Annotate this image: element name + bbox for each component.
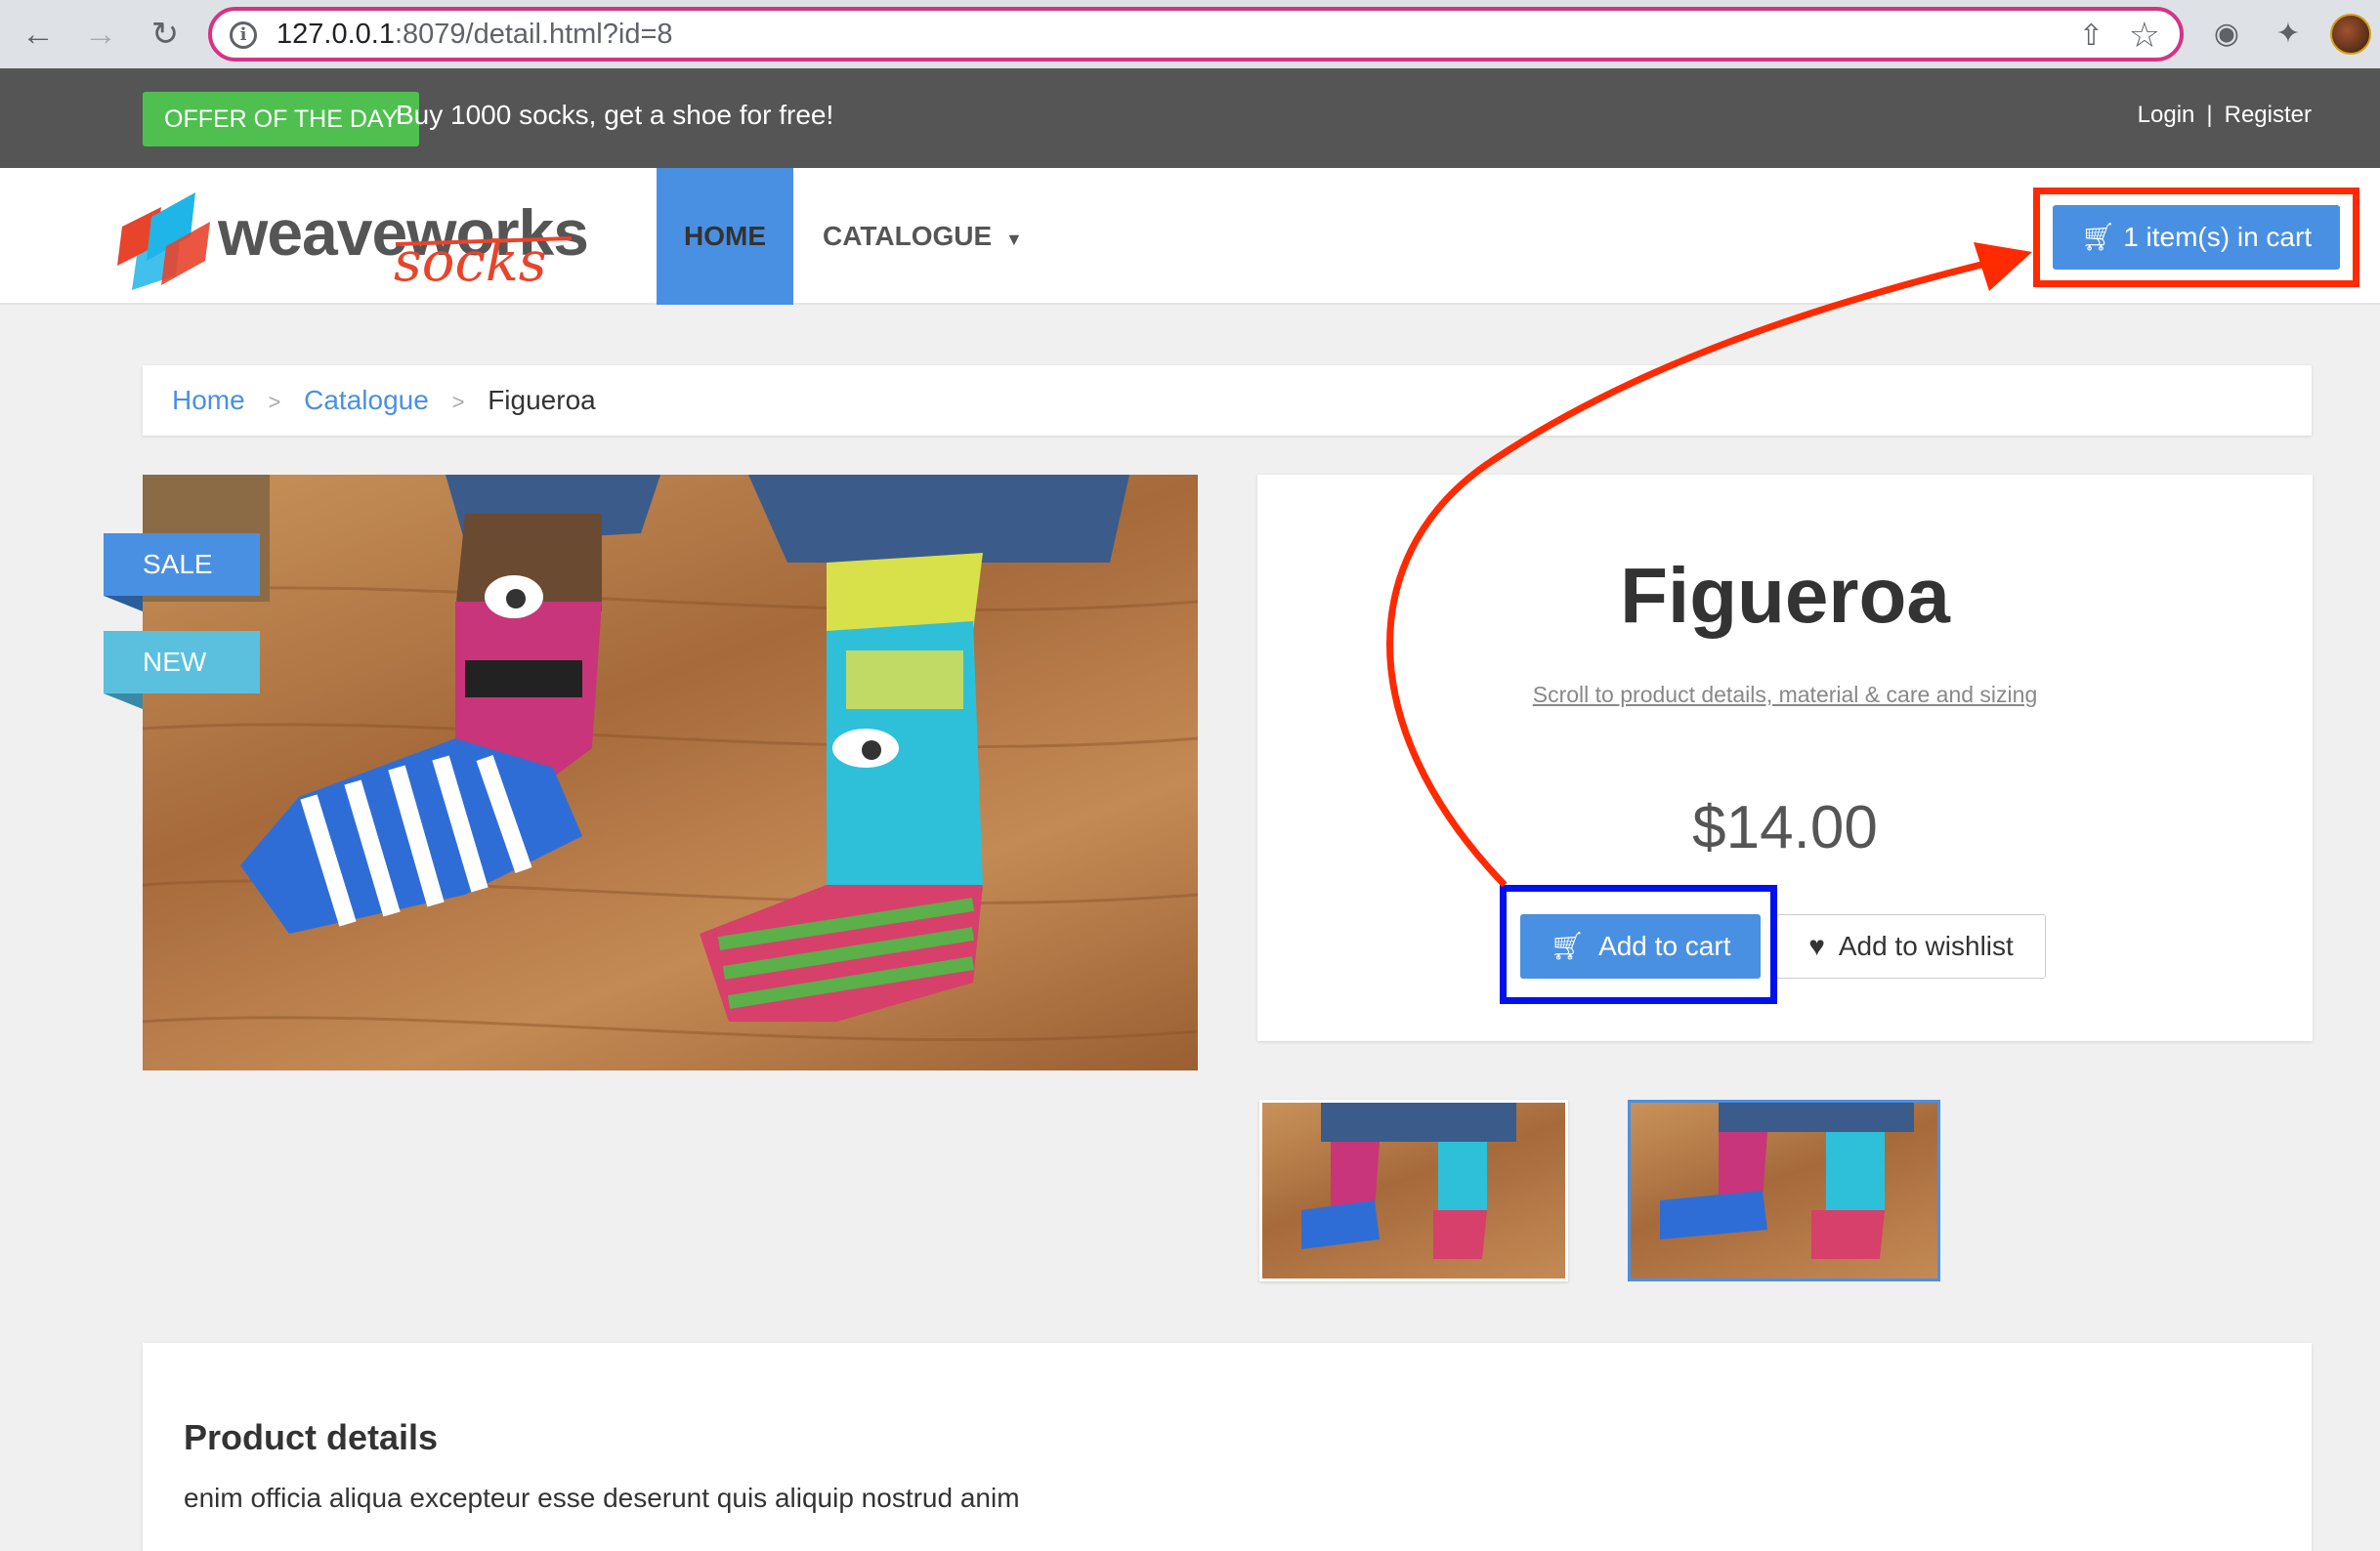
profile-avatar[interactable]	[2330, 14, 2371, 55]
nav-catalogue-label: CATALOGUE	[823, 221, 993, 251]
nav-catalogue[interactable]: CATALOGUE ▼	[823, 168, 1023, 305]
thumbnail-image	[1301, 1103, 1516, 1259]
url-text[interactable]: 127.0.0.1:8079/detail.html?id=8	[276, 19, 673, 51]
sale-ribbon: SALE	[104, 533, 260, 596]
product-thumbnail[interactable]	[1259, 1100, 1568, 1281]
address-bar[interactable]: i 127.0.0.1:8079/detail.html?id=8 ⇧ ☆	[208, 7, 2184, 62]
breadcrumb-catalogue[interactable]: Catalogue	[304, 385, 429, 415]
scroll-to-details-link[interactable]: Scroll to product details, material & ca…	[1257, 682, 2313, 708]
url-host: 127.0.0.1	[276, 19, 395, 50]
logo-strike-line	[395, 236, 573, 246]
add-to-wishlist-label: Add to wishlist	[1838, 931, 2014, 961]
new-ribbon-fold	[104, 693, 143, 709]
product-title: Figueroa	[1620, 552, 1950, 639]
add-to-wishlist-button[interactable]: ♥ Add to wishlist	[1776, 914, 2046, 979]
site-info-icon[interactable]: i	[230, 21, 257, 49]
sale-ribbon-fold	[104, 596, 143, 611]
product-thumbnail-selected[interactable]	[1628, 1100, 1940, 1281]
product-details-section: Product details enim officia aliqua exce…	[143, 1343, 2312, 1551]
offer-of-the-day-badge[interactable]: OFFER OF THE DAY	[143, 92, 420, 147]
share-icon[interactable]: ⇧	[2079, 19, 2104, 53]
login-link[interactable]: Login	[2138, 102, 2195, 128]
breadcrumb-current: Figueroa	[488, 385, 596, 415]
thumbnail-image	[1660, 1103, 1914, 1259]
add-to-cart-highlight-box	[1500, 885, 1777, 1004]
product-main-image[interactable]	[143, 475, 1198, 1070]
heart-icon: ♥	[1808, 931, 1825, 961]
extension-icon[interactable]: ◉	[2206, 14, 2247, 55]
account-links: Login | Register	[2138, 102, 2312, 129]
link-separator: |	[2206, 102, 2213, 128]
new-ribbon: NEW	[104, 631, 260, 693]
caret-down-icon: ▼	[1004, 230, 1023, 249]
browser-toolbar: ← → ↻ i 127.0.0.1:8079/detail.html?id=8 …	[0, 0, 2380, 68]
forward-icon[interactable]: →	[80, 14, 121, 55]
offer-bar: OFFER OF THE DAY Buy 1000 socks, get a s…	[0, 68, 2380, 168]
url-path: :8079/detail.html?id=8	[394, 19, 673, 50]
product-info-box: Figueroa Scroll to product details, mate…	[1257, 475, 2313, 1041]
breadcrumb-separator: >	[268, 390, 281, 414]
back-icon[interactable]: ←	[18, 14, 59, 55]
product-details-text: enim officia aliqua excepteur esse deser…	[184, 1483, 1020, 1513]
breadcrumb-home[interactable]: Home	[172, 385, 245, 415]
offer-text: Buy 1000 socks, get a shoe for free!	[396, 100, 834, 130]
main-navbar: weaveworks socks HOME CATALOGUE ▼ 🛒︎ 1 i…	[0, 168, 2380, 305]
register-link[interactable]: Register	[2225, 102, 2312, 128]
nav-home[interactable]: HOME	[657, 168, 793, 305]
reload-icon[interactable]: ↻	[145, 14, 186, 55]
socks-photo	[143, 475, 1198, 1042]
product-price: $14.00	[1692, 794, 1878, 861]
breadcrumb: Home > Catalogue > Figueroa	[143, 365, 2312, 436]
breadcrumb-separator: >	[451, 390, 465, 414]
puzzle-extensions-icon[interactable]: ✦	[2268, 14, 2309, 55]
product-details-title: Product details	[184, 1417, 439, 1457]
weaveworks-socks-logo[interactable]: weaveworks socks	[112, 188, 589, 295]
bookmark-star-icon[interactable]: ☆	[2129, 15, 2160, 56]
cart-highlight-box	[2033, 188, 2359, 287]
